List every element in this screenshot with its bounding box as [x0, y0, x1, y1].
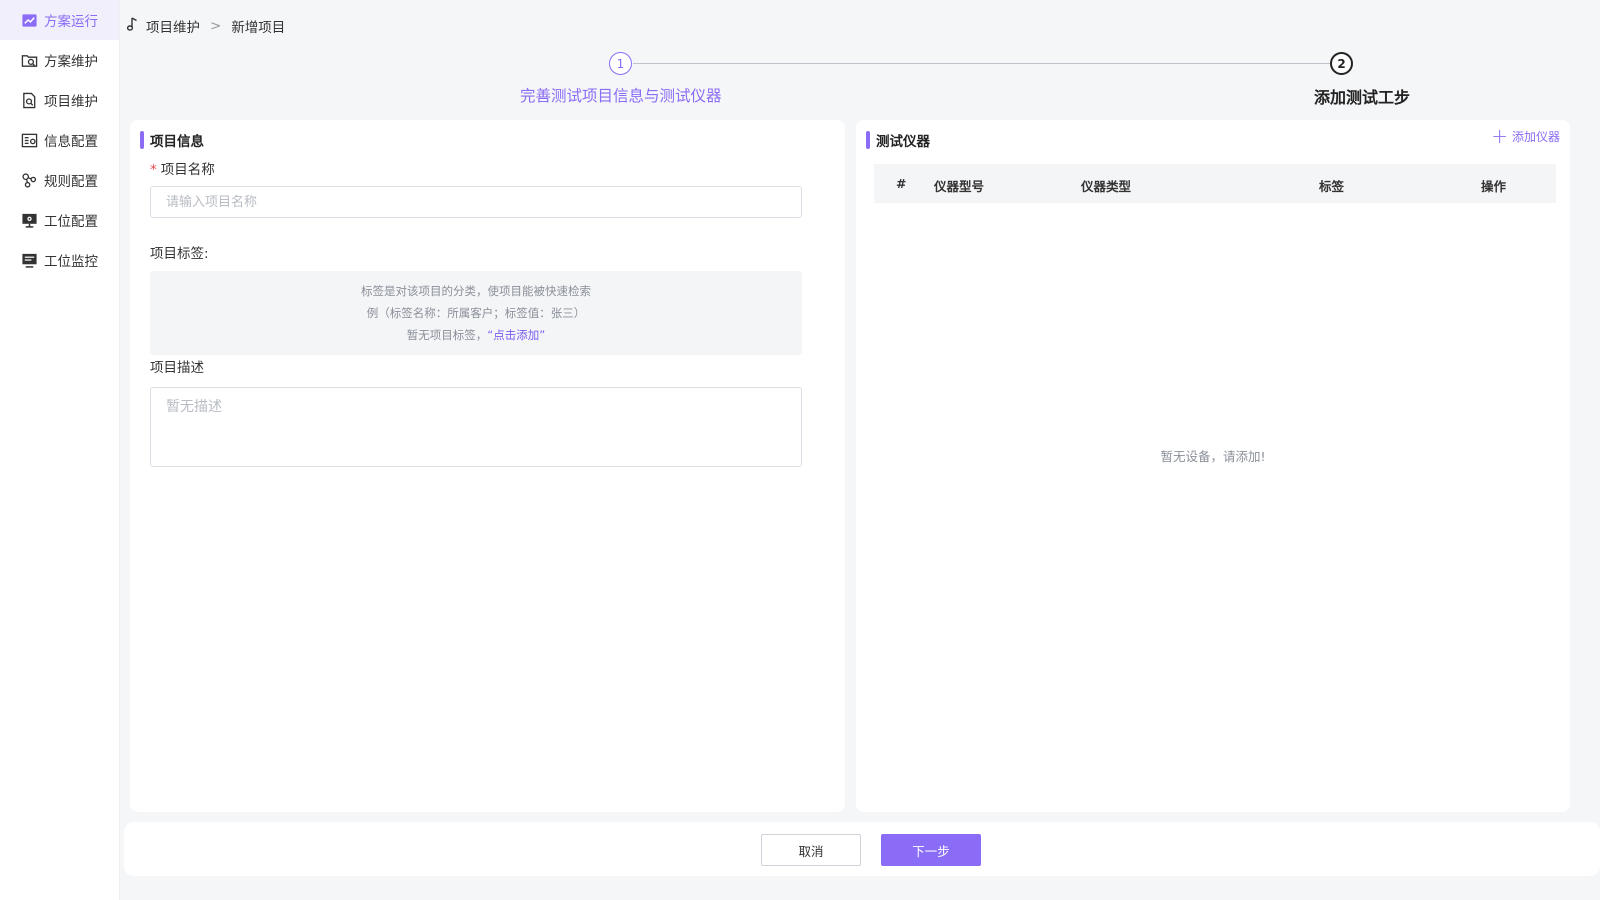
- instruments-title: 测试仪器: [866, 130, 930, 150]
- project-name-label: * 项目名称: [150, 162, 215, 178]
- sidebar-item-label: 方案维护: [44, 54, 98, 70]
- sidebar-item-label: 规则配置: [44, 174, 98, 190]
- project-info-title: 项目信息: [140, 130, 204, 150]
- instruments-empty-state: 暂无设备，请添加!: [1160, 449, 1266, 464]
- footer-actions: 取消 下一步: [124, 822, 1600, 876]
- step-1-label: 完善测试项目信息与测试仪器: [520, 87, 722, 105]
- sidebar-item-label: 方案运行: [44, 14, 98, 30]
- instruments-panel: 测试仪器 + 添加仪器 # 仪器型号 仪器类型 标签 操作 暂无设备，请添加!: [856, 120, 1570, 812]
- sidebar-item-station-config[interactable]: 工位配置: [0, 200, 119, 240]
- music-note-icon: [126, 16, 140, 36]
- column-header-actions: 操作: [1481, 179, 1507, 194]
- column-header-tags: 标签: [1319, 179, 1345, 194]
- column-header-type: 仪器类型: [1081, 179, 1132, 194]
- folder-search-icon: [20, 51, 38, 69]
- sidebar-item-label: 工位配置: [44, 214, 98, 230]
- step-indicator: 1 2 完善测试项目信息与测试仪器 添加测试工步: [130, 50, 1560, 110]
- add-instrument-button[interactable]: + 添加仪器: [1491, 124, 1560, 148]
- tags-hint-line-2: 例（标签名称：所属客户；标签值：张三）: [366, 306, 586, 320]
- chart-line-icon: [20, 11, 38, 29]
- sidebar-item-station-monitor[interactable]: 工位监控: [0, 240, 119, 280]
- project-tags-box: 标签是对该项目的分类，使项目能被快速检索 例（标签名称：所属客户；标签值：张三）…: [150, 271, 802, 355]
- monitor-list-icon: [20, 251, 38, 269]
- settings-table-icon: [20, 131, 38, 149]
- monitor-gear-icon: [20, 211, 38, 229]
- breadcrumb-separator: >: [210, 18, 222, 34]
- document-search-icon: [20, 91, 38, 109]
- breadcrumb: 项目维护 > 新增项目: [126, 16, 285, 36]
- add-instrument-label: 添加仪器: [1511, 129, 1560, 144]
- step-1-circle: 1: [609, 52, 632, 75]
- sidebar: 方案运行 方案维护 项目维护 信息配置 规则配置 工位配置 工位监控: [0, 0, 120, 900]
- column-header-index: #: [896, 176, 907, 191]
- plus-icon: +: [1491, 124, 1508, 148]
- step-connector: [633, 63, 1340, 64]
- tags-empty-line: 暂无项目标签，“点击添加”: [150, 324, 802, 346]
- sidebar-item-info-config[interactable]: 信息配置: [0, 120, 119, 160]
- tags-hint-line-1: 标签是对该项目的分类，使项目能被快速检索: [361, 284, 591, 298]
- sidebar-item-scheme-run[interactable]: 方案运行: [0, 0, 119, 40]
- step-2-circle: 2: [1330, 52, 1353, 75]
- add-tag-link[interactable]: “点击添加”: [487, 328, 545, 342]
- breadcrumb-current: 新增项目: [231, 20, 286, 36]
- sidebar-item-label: 项目维护: [44, 94, 98, 110]
- project-name-input[interactable]: [150, 186, 802, 218]
- sidebar-item-rule-config[interactable]: 规则配置: [0, 160, 119, 200]
- next-step-button[interactable]: 下一步: [881, 834, 981, 866]
- sidebar-item-project-maintenance[interactable]: 项目维护: [0, 80, 119, 120]
- required-marker: *: [150, 162, 157, 178]
- sidebar-item-scheme-maintenance[interactable]: 方案维护: [0, 40, 119, 80]
- project-desc-textarea[interactable]: [150, 387, 802, 467]
- project-tags-label: 项目标签:: [150, 246, 209, 262]
- project-desc-label: 项目描述: [150, 360, 204, 376]
- breadcrumb-link-project-maintenance[interactable]: 项目维护: [146, 16, 200, 36]
- step-2-label: 添加测试工步: [1314, 88, 1411, 107]
- instruments-table-header: # 仪器型号 仪器类型 标签 操作: [874, 164, 1556, 203]
- project-info-panel: 项目信息 *项目名称 项目标签: 标签是对该项目的分类，使项目能被快速检索 例（…: [130, 120, 845, 812]
- nodes-icon: [20, 171, 38, 189]
- column-header-model: 仪器型号: [934, 179, 985, 194]
- sidebar-item-label: 工位监控: [44, 254, 98, 270]
- cancel-button[interactable]: 取消: [761, 834, 861, 866]
- sidebar-item-label: 信息配置: [44, 134, 98, 150]
- tags-empty-text: 暂无项目标签，: [406, 328, 488, 342]
